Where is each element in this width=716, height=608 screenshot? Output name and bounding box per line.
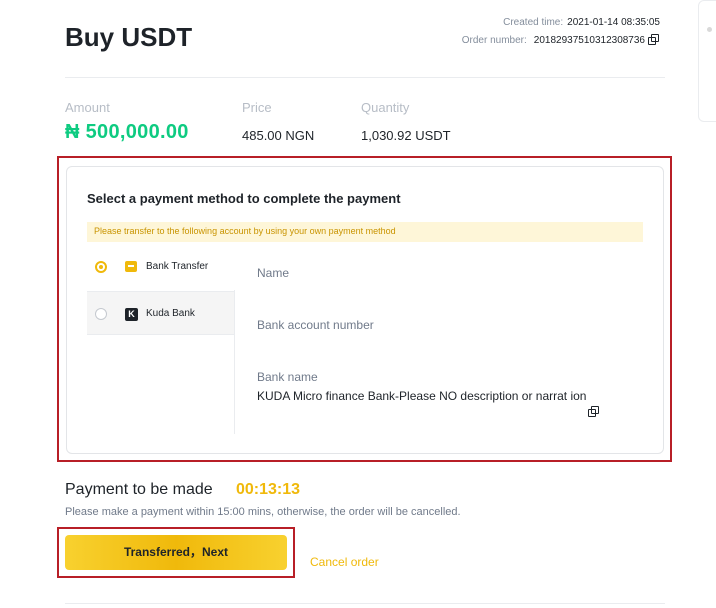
- payment-method-list: Bank Transfer K Kuda Bank: [87, 249, 235, 339]
- radio-unselected[interactable]: [95, 308, 107, 320]
- name-label: Name: [257, 266, 290, 280]
- method-label: Kuda Bank: [146, 308, 195, 319]
- method-label: Bank Transfer: [146, 261, 209, 272]
- radio-selected[interactable]: [95, 261, 107, 273]
- account-number-label: Bank account number: [257, 318, 374, 332]
- payment-title: Select a payment method to complete the …: [87, 191, 401, 206]
- header-divider: [65, 77, 665, 78]
- payment-countdown: 00:13:13: [236, 481, 301, 498]
- method-bank-transfer[interactable]: Bank Transfer: [87, 249, 235, 293]
- copy-icon[interactable]: [648, 34, 660, 46]
- cancel-order-link[interactable]: Cancel order: [310, 555, 379, 569]
- payment-timer-label: Payment to be made: [65, 481, 213, 498]
- order-number: Order number: 20182937510312308736: [462, 34, 660, 46]
- bank-card-icon: [125, 261, 137, 272]
- created-time-label: Created time:: [503, 17, 564, 28]
- copy-icon[interactable]: [588, 406, 600, 418]
- quantity-value: 1,030.92 USDT: [361, 128, 451, 143]
- bottom-divider: [65, 603, 665, 604]
- kuda-logo-icon: K: [125, 308, 138, 321]
- bank-name-value: KUDA Micro finance Bank-Please NO descri…: [257, 389, 587, 403]
- order-number-value: 20182937510312308736: [533, 34, 645, 46]
- side-panel-dot: [707, 27, 712, 32]
- created-time-value: 2021-01-14 08:35:05: [567, 17, 660, 28]
- payment-notice: Please transfer to the following account…: [87, 222, 643, 242]
- created-time: Created time: 2021-01-14 08:35:05: [503, 17, 660, 28]
- quantity-label: Quantity: [361, 100, 410, 115]
- amount-label: Amount: [65, 100, 110, 115]
- method-kuda-bank[interactable]: K Kuda Bank: [87, 291, 235, 335]
- method-divider: [234, 290, 235, 434]
- side-panel: [698, 0, 716, 122]
- page-title: Buy USDT: [65, 22, 193, 52]
- payment-note: Please make a payment within 15:00 mins,…: [65, 506, 461, 518]
- price-label: Price: [242, 100, 272, 115]
- amount-value: ₦ 500,000.00: [65, 121, 189, 143]
- transferred-next-button[interactable]: Transferred，Next: [65, 535, 287, 570]
- order-number-label: Order number:: [461, 34, 527, 46]
- price-value: 485.00 NGN: [242, 128, 315, 143]
- bank-name-label: Bank name: [257, 370, 318, 384]
